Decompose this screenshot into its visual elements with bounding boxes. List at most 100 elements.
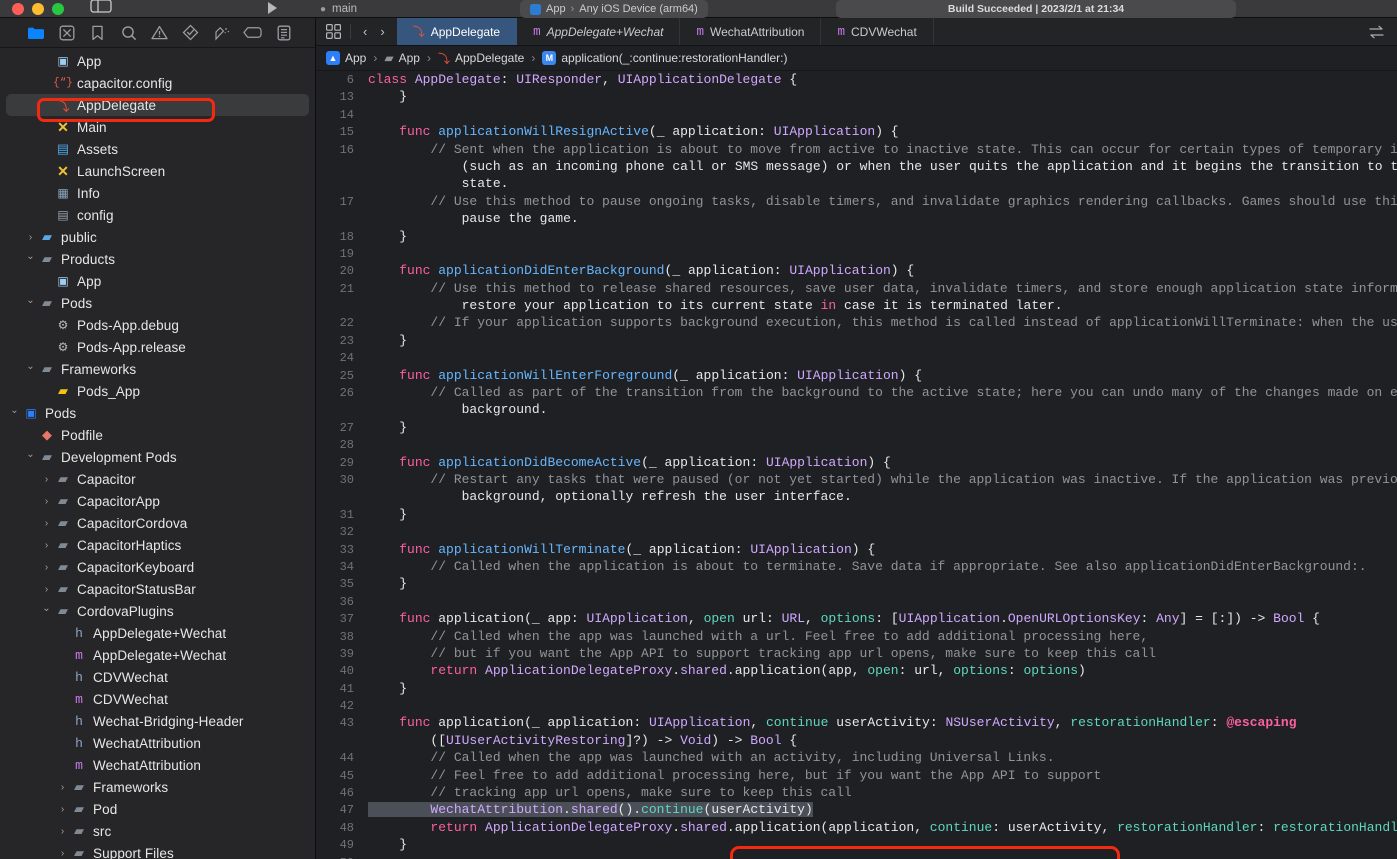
breadcrumb-item-0[interactable]: ▲App	[326, 51, 366, 65]
breadcrumb-item-3[interactable]: Mapplication(_:continue:restorationHandl…	[542, 51, 787, 65]
nav-tab-find[interactable]	[119, 23, 138, 42]
minimize-button[interactable]	[32, 3, 44, 15]
nav-tab-reports[interactable]	[274, 23, 293, 42]
disclosure-open-icon[interactable]: ⌄	[24, 361, 37, 372]
nav-tab-bookmarks[interactable]	[88, 23, 107, 42]
tree-item-wechatattribution[interactable]: hWechatAttribution	[0, 732, 315, 754]
tree-item-pods[interactable]: ⌄▣Pods	[0, 402, 315, 424]
editor-tab-cdvwechat[interactable]: mCDVWechat	[821, 18, 933, 45]
tree-item-frameworks[interactable]: ⌄▰Frameworks	[0, 358, 315, 380]
tree-item-capacitorapp[interactable]: ›▰CapacitorApp	[0, 490, 315, 512]
tree-item-pods[interactable]: ⌄▰Pods	[0, 292, 315, 314]
tree-item-launchscreen[interactable]: ✕LaunchScreen	[0, 160, 315, 182]
nav-tab-source-control[interactable]	[57, 23, 76, 42]
disclosure-closed-icon[interactable]: ›	[56, 782, 69, 793]
folder-icon: ▰	[53, 559, 73, 575]
maximize-button[interactable]	[52, 3, 64, 15]
tree-item-capacitorkeyboard[interactable]: ›▰CapacitorKeyboard	[0, 556, 315, 578]
disclosure-open-icon[interactable]: ⌄	[24, 251, 37, 262]
project-tree[interactable]: ▣App{“}capacitor.config⤵AppDelegate✕Main…	[0, 48, 315, 859]
app-target-icon: ▣	[53, 54, 73, 68]
tree-item-info[interactable]: ▦Info	[0, 182, 315, 204]
tree-item-config[interactable]: ▤config	[0, 204, 315, 226]
tree-item-assets[interactable]: ▤Assets	[0, 138, 315, 160]
tree-item-cdvwechat[interactable]: mCDVWechat	[0, 688, 315, 710]
breadcrumb[interactable]: ▲App›▰App›⤵AppDelegate›Mapplication(_:co…	[316, 46, 1397, 71]
tree-item-appdelegate-wechat[interactable]: hAppDelegate+Wechat	[0, 622, 315, 644]
branch-indicator[interactable]: ● main	[320, 0, 357, 18]
tree-item-frameworks[interactable]: ›▰Frameworks	[0, 776, 315, 798]
toggle-navigator-icon[interactable]	[90, 0, 112, 18]
swift-file-icon: ⤵	[53, 96, 73, 115]
tree-item-appdelegate[interactable]: ⤵AppDelegate	[0, 94, 315, 116]
tree-item-development-pods[interactable]: ⌄▰Development Pods	[0, 446, 315, 468]
tree-item-products[interactable]: ⌄▰Products	[0, 248, 315, 270]
editor-options-icon[interactable]	[316, 18, 350, 45]
editor-tab-appdelegate-wechat[interactable]: mAppDelegate+Wechat	[517, 18, 680, 45]
disclosure-closed-icon[interactable]: ›	[56, 848, 69, 859]
tree-item-pods-app-release[interactable]: ⚙Pods-App.release	[0, 336, 315, 358]
nav-tab-breakpoints[interactable]	[243, 23, 262, 42]
tree-item-support-files[interactable]: ›▰Support Files	[0, 842, 315, 859]
navigator-sidebar: ▣App{“}capacitor.config⤵AppDelegate✕Main…	[0, 18, 316, 859]
tree-item-pods-app-debug[interactable]: ⚙Pods-App.debug	[0, 314, 315, 336]
objc-file-icon: m	[533, 25, 541, 39]
breadcrumb-item-2[interactable]: ⤵AppDelegate	[438, 50, 524, 67]
disclosure-closed-icon[interactable]: ›	[40, 540, 53, 551]
tree-item-appdelegate-wechat[interactable]: mAppDelegate+Wechat	[0, 644, 315, 666]
folder-icon: ▰	[53, 493, 73, 509]
disclosure-closed-icon[interactable]: ›	[40, 562, 53, 573]
tree-item-cordovaplugins[interactable]: ⌄▰CordovaPlugins	[0, 600, 315, 622]
disclosure-closed-icon[interactable]: ›	[40, 518, 53, 529]
tree-item-app[interactable]: ▣App	[0, 270, 315, 292]
tree-item-capacitor-config[interactable]: {“}capacitor.config	[0, 72, 315, 94]
tree-item-label: CapacitorHaptics	[77, 538, 181, 553]
tree-item-label: Podfile	[61, 428, 103, 443]
disclosure-closed-icon[interactable]: ›	[40, 496, 53, 507]
tree-item-app[interactable]: ▣App	[0, 50, 315, 72]
tree-item-capacitorstatusbar[interactable]: ›▰CapacitorStatusBar	[0, 578, 315, 600]
forward-icon[interactable]: ›	[380, 24, 384, 39]
tree-item-label: public	[61, 230, 97, 245]
disclosure-open-icon[interactable]: ⌄	[24, 449, 37, 460]
tree-item-main[interactable]: ✕Main	[0, 116, 315, 138]
disclosure-open-icon[interactable]: ⌄	[40, 603, 53, 614]
tree-item-capacitorhaptics[interactable]: ›▰CapacitorHaptics	[0, 534, 315, 556]
tree-item-label: CordovaPlugins	[77, 604, 174, 619]
tree-item-cdvwechat[interactable]: hCDVWechat	[0, 666, 315, 688]
tree-item-label: Development Pods	[61, 450, 177, 465]
disclosure-closed-icon[interactable]: ›	[24, 232, 37, 243]
disclosure-closed-icon[interactable]: ›	[40, 584, 53, 595]
disclosure-open-icon[interactable]: ⌄	[24, 295, 37, 306]
tree-item-capacitor[interactable]: ›▰Capacitor	[0, 468, 315, 490]
code-editor[interactable]: 6class AppDelegate: UIResponder, UIAppli…	[316, 71, 1397, 859]
editor-assistant-toggle[interactable]	[1368, 18, 1397, 45]
swift-file-icon: ⤵	[438, 50, 450, 67]
breadcrumb-item-1[interactable]: ▰App	[384, 51, 420, 65]
nav-tab-project-navigator[interactable]	[26, 23, 45, 42]
close-button[interactable]	[12, 3, 24, 15]
scheme-destination-chip[interactable]: App › Any iOS Device (arm64)	[520, 0, 708, 18]
editor-tab-wechatattribution[interactable]: mWechatAttribution	[680, 18, 821, 45]
disclosure-open-icon[interactable]: ⌄	[8, 405, 21, 416]
tree-item-label: Frameworks	[61, 362, 136, 377]
tree-item-pods-app[interactable]: ▰Pods_App	[0, 380, 315, 402]
back-icon[interactable]: ‹	[363, 24, 367, 39]
nav-tab-debug[interactable]	[212, 23, 231, 42]
tree-item-public[interactable]: ›▰public	[0, 226, 315, 248]
tree-item-wechat-bridging-header[interactable]: hWechat-Bridging-Header	[0, 710, 315, 732]
code-body[interactable]: 13 }1415 func applicationWillResignActiv…	[316, 88, 1397, 859]
disclosure-closed-icon[interactable]: ›	[56, 804, 69, 815]
disclosure-closed-icon[interactable]: ›	[56, 826, 69, 837]
tree-item-wechatattribution[interactable]: mWechatAttribution	[0, 754, 315, 776]
folder-icon: ▰	[69, 823, 89, 839]
nav-tab-tests[interactable]	[181, 23, 200, 42]
tree-item-label: Pods	[45, 406, 76, 421]
tree-item-src[interactable]: ›▰src	[0, 820, 315, 842]
tree-item-capacitorcordova[interactable]: ›▰CapacitorCordova	[0, 512, 315, 534]
tree-item-pod[interactable]: ›▰Pod	[0, 798, 315, 820]
nav-tab-issues[interactable]	[150, 23, 169, 42]
editor-tab-appdelegate[interactable]: ⤵AppDelegate	[397, 18, 517, 45]
disclosure-closed-icon[interactable]: ›	[40, 474, 53, 485]
tree-item-podfile[interactable]: ◆Podfile	[0, 424, 315, 446]
